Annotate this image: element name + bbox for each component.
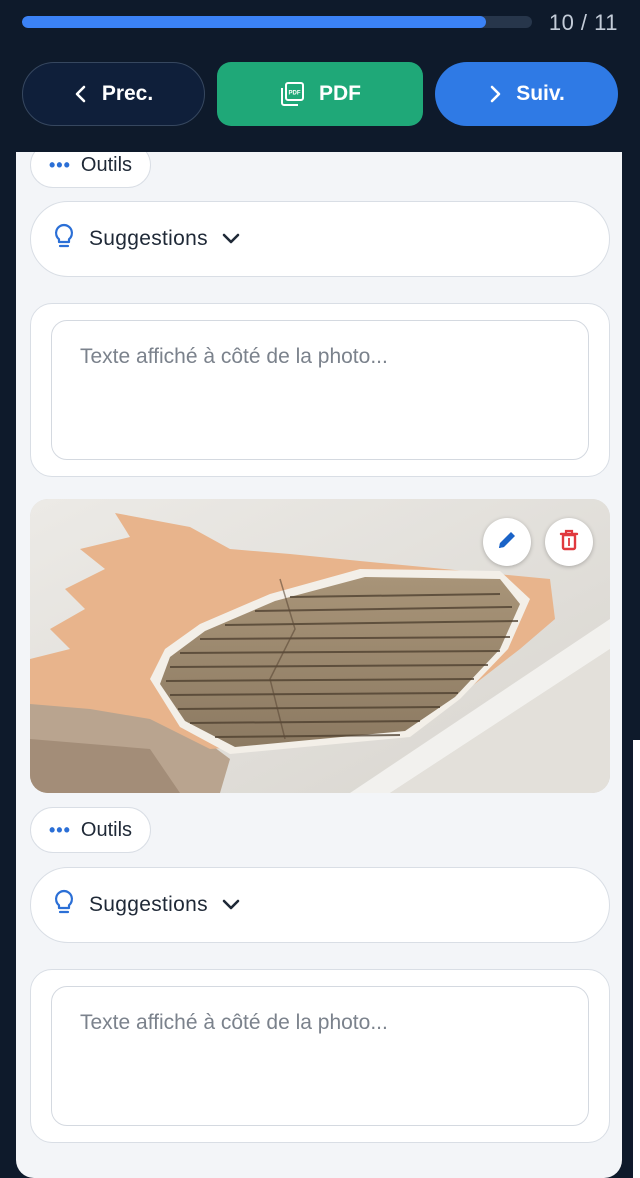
- svg-text:PDF: PDF: [289, 91, 301, 97]
- more-dots-icon: •••: [49, 154, 71, 175]
- next-button[interactable]: Suiv.: [435, 62, 618, 126]
- lightbulb-icon: [53, 889, 75, 921]
- edit-photo-button[interactable]: [483, 518, 531, 566]
- suggestions-label: Suggestions: [89, 227, 208, 250]
- progress-label: 10 / 11: [548, 10, 618, 35]
- previous-button-label: Prec.: [101, 82, 154, 105]
- chevron-right-icon: [488, 85, 502, 103]
- photo-list-panel: ••• Outils Suggestions Texte affiché à c…: [16, 152, 622, 1178]
- pdf-file-icon: PDF: [279, 81, 305, 107]
- caption-input[interactable]: [51, 320, 589, 460]
- pdf-button[interactable]: PDF PDF: [217, 62, 423, 126]
- tools-label: Outils: [80, 153, 133, 176]
- more-dots-icon: •••: [49, 819, 71, 840]
- next-button-label: Suiv.: [516, 82, 565, 105]
- pencil-icon: [495, 528, 519, 557]
- suggestions-dropdown[interactable]: Suggestions: [30, 867, 610, 943]
- suggestions-dropdown[interactable]: Suggestions: [30, 201, 610, 277]
- chevron-left-icon: [74, 85, 88, 103]
- photo-preview[interactable]: [30, 499, 610, 793]
- previous-button[interactable]: Prec.: [22, 62, 205, 126]
- lightbulb-icon: [53, 223, 75, 255]
- progress-fill: [22, 16, 486, 28]
- tools-label: Outils: [80, 818, 133, 841]
- progress-bar: [22, 16, 532, 28]
- caption-input[interactable]: [51, 986, 589, 1126]
- scrollbar[interactable]: [633, 740, 640, 1178]
- suggestions-label: Suggestions: [89, 893, 208, 916]
- chevron-down-icon: [222, 893, 240, 917]
- top-bar: 10 / 11 Prec. PDF PDF Suiv.: [0, 0, 640, 152]
- delete-photo-button[interactable]: [545, 518, 593, 566]
- trash-icon: [558, 528, 580, 557]
- tools-button[interactable]: ••• Outils: [30, 152, 152, 188]
- tools-button[interactable]: ••• Outils: [30, 807, 152, 853]
- chevron-down-icon: [222, 227, 240, 251]
- caption-card: [30, 969, 610, 1143]
- pdf-button-label: PDF: [319, 82, 361, 105]
- caption-card: [30, 303, 610, 477]
